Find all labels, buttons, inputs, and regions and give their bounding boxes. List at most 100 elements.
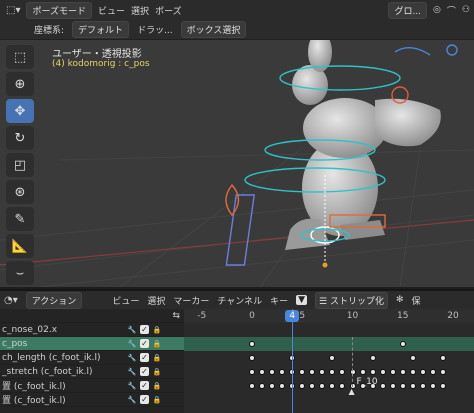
pivot-icon[interactable]: ◎ — [433, 5, 441, 15]
keyframe[interactable] — [389, 383, 396, 389]
channel-checkbox[interactable]: ✓ — [140, 380, 149, 390]
menu-select[interactable]: 選択 — [131, 4, 149, 17]
modifier-icon[interactable]: 🔧 — [127, 339, 137, 349]
keyframe[interactable] — [399, 369, 406, 375]
keyframe[interactable] — [249, 355, 255, 361]
keyframe[interactable] — [259, 383, 266, 389]
keyframe[interactable] — [419, 369, 426, 375]
keyframe[interactable] — [309, 383, 316, 389]
keyframe[interactable] — [429, 369, 436, 375]
modifier-icon[interactable]: 🔧 — [127, 353, 137, 363]
keyframe[interactable] — [419, 383, 426, 389]
lock-icon[interactable]: 🔒 — [152, 367, 162, 377]
keyframe[interactable] — [439, 383, 446, 389]
select-mode-dropdown[interactable]: ボックス選択 — [180, 21, 247, 38]
keyframe[interactable] — [269, 369, 276, 375]
rotate-icon[interactable]: ↻ — [6, 126, 34, 150]
proportional-icon[interactable]: ⚇ — [462, 5, 474, 15]
channel-checkbox[interactable]: ✓ — [140, 338, 149, 348]
keyframe[interactable] — [249, 383, 255, 389]
keyframe[interactable] — [329, 355, 336, 361]
snowflake-icon[interactable]: ✻ — [396, 295, 404, 305]
keyframe[interactable] — [279, 383, 286, 389]
save-label[interactable]: 保 — [412, 294, 421, 307]
select-box-icon[interactable]: ⬚ — [6, 45, 34, 69]
keyframe[interactable] — [409, 369, 416, 375]
dope-menu-key[interactable]: キー — [270, 294, 288, 307]
keyframe[interactable] — [249, 369, 255, 375]
channel-checkbox[interactable]: ✓ — [140, 394, 149, 404]
transform-icon[interactable]: ⊛ — [6, 180, 34, 204]
keyframe[interactable] — [319, 369, 326, 375]
dope-menu-channel[interactable]: チャンネル — [217, 294, 262, 307]
channel-row[interactable]: ch_length (c_foot_ik.l) 🔧 ✓ 🔒 — [0, 351, 184, 365]
keyframe[interactable] — [389, 369, 396, 375]
dope-menu-select[interactable]: 選択 — [147, 294, 165, 307]
keyframe[interactable] — [439, 369, 446, 375]
channel-checkbox[interactable]: ✓ — [140, 366, 149, 376]
snap-icon[interactable]: ⌒ — [447, 4, 456, 17]
keyframe[interactable] — [409, 383, 416, 389]
channel-row[interactable]: 置 (c_foot_ik.l) 🔧 ✓ 🔒 — [0, 379, 184, 393]
transform-orientation-dropdown[interactable]: グロ... — [388, 1, 428, 19]
keyframe[interactable] — [299, 369, 306, 375]
move-icon[interactable]: ✥ — [6, 99, 34, 123]
channel-row[interactable]: c_pos 🔧 ✓ 🔒 — [0, 337, 184, 351]
push-down-button[interactable]: ☰ ストリップ化 — [315, 291, 388, 309]
mode-dropdown[interactable]: ポーズモード — [26, 1, 93, 19]
keyframe[interactable] — [249, 341, 255, 347]
lock-icon[interactable]: 🔒 — [152, 325, 162, 335]
keyframe[interactable] — [429, 383, 436, 389]
keyframe[interactable] — [379, 383, 386, 389]
editor-type-icon[interactable]: ⬚▾ — [6, 5, 20, 16]
filter-icon[interactable]: ▼ — [296, 295, 308, 305]
dope-menu-marker[interactable]: マーカー — [173, 294, 209, 307]
action-mode-dropdown[interactable]: アクション — [25, 291, 83, 309]
orientation-dropdown[interactable]: デフォルト — [72, 21, 130, 38]
swap-icon[interactable]: ⇆ — [172, 311, 184, 321]
channel-row[interactable]: 置 (c_foot_ik.l) 🔧 ✓ 🔒 — [0, 393, 184, 407]
lock-icon[interactable]: 🔒 — [152, 395, 162, 405]
channel-row[interactable]: _stretch (c_foot_ik.l) 🔧 ✓ 🔒 — [0, 365, 184, 379]
measure-icon[interactable]: 📐 — [6, 234, 34, 258]
channel-checkbox[interactable]: ✓ — [140, 324, 149, 334]
keyframe[interactable] — [319, 383, 326, 389]
keyframe[interactable] — [339, 369, 346, 375]
modifier-icon[interactable]: 🔧 — [127, 395, 137, 405]
keyframe[interactable] — [379, 369, 386, 375]
dopesheet-area[interactable]: -5 0 5 10 15 20 4 ▲ F_10 — [184, 309, 474, 413]
annotate-icon[interactable]: ✎ — [6, 207, 34, 231]
keyframe[interactable] — [359, 369, 366, 375]
keyframe[interactable] — [369, 369, 376, 375]
keyframe[interactable] — [399, 341, 406, 347]
lock-icon[interactable]: 🔒 — [152, 339, 162, 349]
frame-ruler[interactable]: -5 0 5 10 15 20 — [184, 309, 474, 323]
keyframe[interactable] — [369, 355, 376, 361]
dope-menu-view[interactable]: ビュー — [112, 294, 139, 307]
keyframe[interactable] — [329, 383, 336, 389]
keyframe[interactable] — [439, 355, 446, 361]
keyframe[interactable] — [299, 383, 306, 389]
channel-row[interactable]: c_nose_02.x 🔧 ✓ 🔒 — [0, 323, 184, 337]
scale-icon[interactable]: ◰ — [6, 153, 34, 177]
keyframe[interactable] — [259, 369, 266, 375]
modifier-icon[interactable]: 🔧 — [127, 381, 137, 391]
playhead[interactable] — [292, 309, 294, 413]
keyframe[interactable] — [309, 369, 316, 375]
cursor-icon[interactable]: ⊕ — [6, 72, 34, 96]
more-tools-icon[interactable]: ⌣ — [6, 261, 34, 285]
modifier-icon[interactable]: 🔧 — [127, 325, 137, 335]
current-frame-indicator[interactable]: 4 — [285, 310, 300, 322]
timeline-marker[interactable]: ▲ F_10 — [349, 337, 378, 396]
modifier-icon[interactable]: 🔧 — [127, 367, 137, 377]
lock-icon[interactable]: 🔒 — [152, 353, 162, 363]
3d-viewport[interactable] — [0, 40, 474, 287]
menu-view[interactable]: ビュー — [98, 4, 125, 17]
dopesheet-editor-icon[interactable]: ◔▾ — [4, 295, 18, 306]
keyframe[interactable] — [399, 383, 406, 389]
lock-icon[interactable]: 🔒 — [152, 381, 162, 391]
keyframe[interactable] — [279, 369, 286, 375]
keyframe[interactable] — [409, 355, 416, 361]
keyframe[interactable] — [339, 383, 346, 389]
keyframe[interactable] — [329, 369, 336, 375]
